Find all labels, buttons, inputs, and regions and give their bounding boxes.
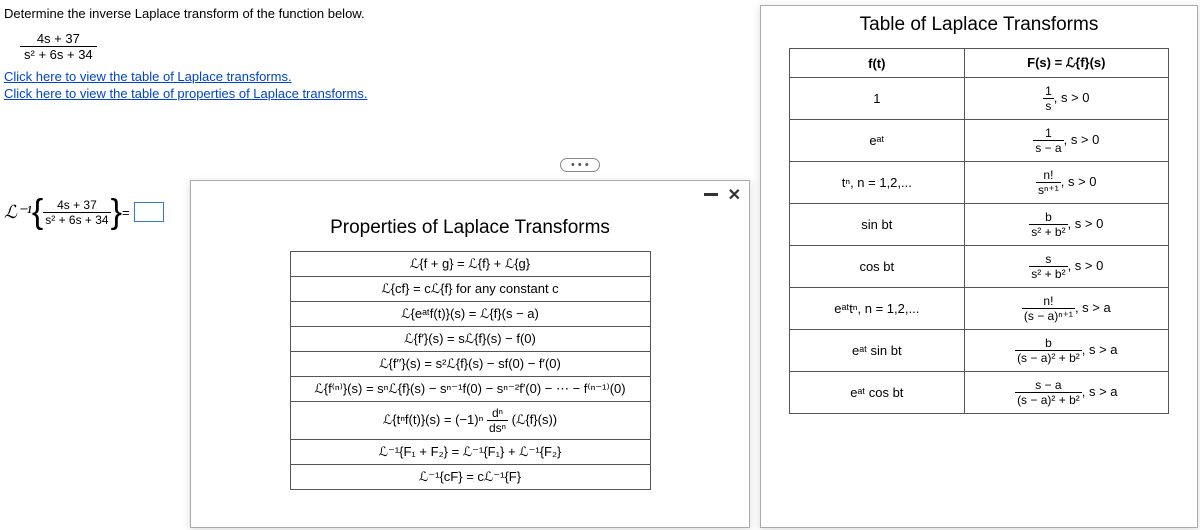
table-row: eᵃᵗ cos bt s − a(s − a)² + b², s > a [790, 372, 1169, 414]
more-button[interactable]: • • • [560, 158, 600, 172]
prop-row: ℒ{cf} = cℒ{f} for any constant c [290, 277, 650, 302]
properties-table: ℒ{f + g} = ℒ{f} + ℒ{g} ℒ{cf} = cℒ{f} for… [290, 251, 651, 490]
cell-ft: tⁿ, n = 1,2,... [790, 162, 965, 204]
prop-row: ℒ⁻¹{cF} = cℒ⁻¹{F} [290, 465, 650, 490]
properties-modal-title: Properties of Laplace Transforms [191, 209, 749, 251]
prop-row: ℒ⁻¹{F₁ + F₂} = ℒ⁻¹{F₁} + ℒ⁻¹{F₂} [290, 440, 650, 465]
cell-fs: 1s − a, s > 0 [964, 120, 1168, 162]
table-row: eᵃᵗtⁿ, n = 1,2,... n!(s − a)ⁿ⁺¹, s > a [790, 288, 1169, 330]
table-row: tⁿ, n = 1,2,... n!sⁿ⁺¹, s > 0 [790, 162, 1169, 204]
prop-row: ℒ{eᵃᵗf(t)}(s) = ℒ{f}(s − a) [290, 302, 650, 327]
answer-braces: { 4s + 37 s² + 6s + 34 } [32, 195, 122, 229]
table-row: cos bt ss² + b², s > 0 [790, 246, 1169, 288]
prop-row: ℒ{f′′}(s) = s²ℒ{f}(s) − sf(0) − f′(0) [290, 352, 650, 377]
cell-fs: bs² + b², s > 0 [964, 204, 1168, 246]
inverse-laplace-symbol: ℒ⁻¹ [4, 202, 32, 223]
cell-fs: ss² + b², s > 0 [964, 246, 1168, 288]
table-header-ft: f(t) [790, 49, 965, 78]
frac-numerator: 4s + 37 [20, 31, 97, 46]
answer-fraction: 4s + 37 s² + 6s + 34 [43, 198, 110, 227]
cell-ft: cos bt [790, 246, 965, 288]
cell-fs: s − a(s − a)² + b², s > a [964, 372, 1168, 414]
cell-fs: b(s − a)² + b², s > a [964, 330, 1168, 372]
properties-modal-header: ✕ [191, 181, 749, 209]
table-row: 1 1s, s > 0 [790, 78, 1169, 120]
table-row: eᵃᵗ 1s − a, s > 0 [790, 120, 1169, 162]
link-properties-table[interactable]: Click here to view the table of properti… [4, 85, 746, 102]
cell-ft: eᵃᵗ cos bt [790, 372, 965, 414]
ans-den: s² + 6s + 34 [43, 212, 110, 227]
frac-denominator: s² + 6s + 34 [20, 46, 97, 62]
problem-instruction: Determine the inverse Laplace transform … [0, 0, 750, 27]
table-header-fs: F(s) = ℒ{f}(s) [964, 49, 1168, 78]
links-block: Click here to view the table of Laplace … [0, 66, 750, 104]
cell-ft: eᵃᵗ sin bt [790, 330, 965, 372]
right-brace-icon: } [111, 195, 122, 229]
close-button[interactable]: ✕ [728, 185, 741, 205]
laplace-table: f(t) F(s) = ℒ{f}(s) 1 1s, s > 0 eᵃᵗ 1s −… [789, 48, 1169, 414]
cell-fs: n!(s − a)ⁿ⁺¹, s > a [964, 288, 1168, 330]
table-row: eᵃᵗ sin bt b(s − a)² + b², s > a [790, 330, 1169, 372]
minimize-icon [704, 193, 718, 196]
laplace-modal-title: Table of Laplace Transforms [761, 6, 1197, 48]
minimize-button[interactable] [704, 186, 718, 204]
cell-fs: n!sⁿ⁺¹, s > 0 [964, 162, 1168, 204]
ans-num: 4s + 37 [43, 198, 110, 212]
cell-ft: sin bt [790, 204, 965, 246]
left-brace-icon: { [32, 195, 43, 229]
cell-ft: eᵃᵗtⁿ, n = 1,2,... [790, 288, 965, 330]
laplace-table-modal: Table of Laplace Transforms f(t) F(s) = … [760, 5, 1198, 528]
prop-row: ℒ{f′}(s) = sℒ{f}(s) − f(0) [290, 327, 650, 352]
answer-input[interactable] [134, 202, 164, 222]
prop-row: ℒ{f + g} = ℒ{f} + ℒ{g} [290, 252, 650, 277]
problem-fraction: 4s + 37 s² + 6s + 34 [20, 31, 97, 62]
prop-row: ℒ{tⁿf(t)}(s) = (−1)ⁿ dⁿdsⁿ (ℒ{f}(s)) [290, 402, 650, 440]
equals-sign: = [122, 205, 130, 220]
cell-ft: eᵃᵗ [790, 120, 965, 162]
cell-fs: 1s, s > 0 [964, 78, 1168, 120]
table-row: sin bt bs² + b², s > 0 [790, 204, 1169, 246]
prop-row: ℒ{f⁽ⁿ⁾}(s) = sⁿℒ{f}(s) − sⁿ⁻¹f(0) − sⁿ⁻²… [290, 377, 650, 402]
close-icon: ✕ [728, 187, 741, 204]
properties-modal: ✕ Properties of Laplace Transforms ℒ{f +… [190, 180, 750, 528]
cell-ft: 1 [790, 78, 965, 120]
answer-row: ℒ⁻¹ { 4s + 37 s² + 6s + 34 } = [4, 195, 164, 229]
link-laplace-table[interactable]: Click here to view the table of Laplace … [4, 68, 746, 85]
